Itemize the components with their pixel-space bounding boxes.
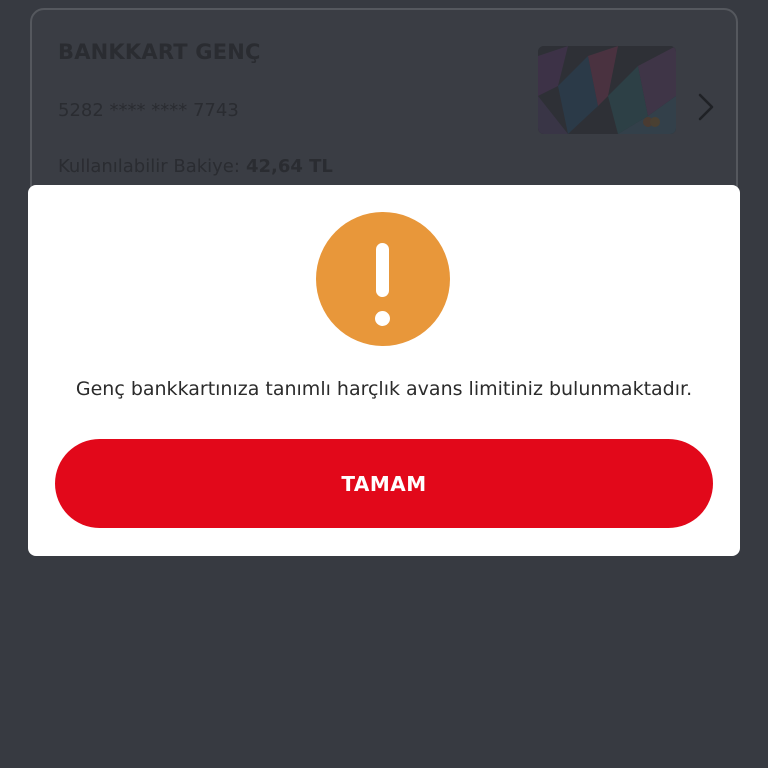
card-balance: Kullanılabilir Bakiye: 42,64 TL [58, 156, 333, 177]
screen: BANKKART GENÇ 5282 **** **** 7743 Kullan… [0, 0, 768, 768]
dialog-message: Genç bankkartınıza tanımlı harçlık avans… [75, 378, 693, 400]
card-title: BANKKART GENÇ [58, 40, 261, 64]
alert-dialog: Genç bankkartınıza tanımlı harçlık avans… [28, 185, 740, 556]
card-image [538, 46, 676, 134]
ok-button[interactable]: TAMAM [55, 439, 713, 528]
balance-value: 42,64 TL [245, 156, 333, 177]
card-number: 5282 **** **** 7743 [58, 100, 239, 121]
chevron-right-icon[interactable] [696, 92, 716, 122]
balance-label: Kullanılabilir Bakiye: [58, 156, 240, 177]
exclamation-dot [375, 311, 390, 326]
exclamation-icon [316, 212, 450, 346]
exclamation-bar [376, 243, 389, 297]
